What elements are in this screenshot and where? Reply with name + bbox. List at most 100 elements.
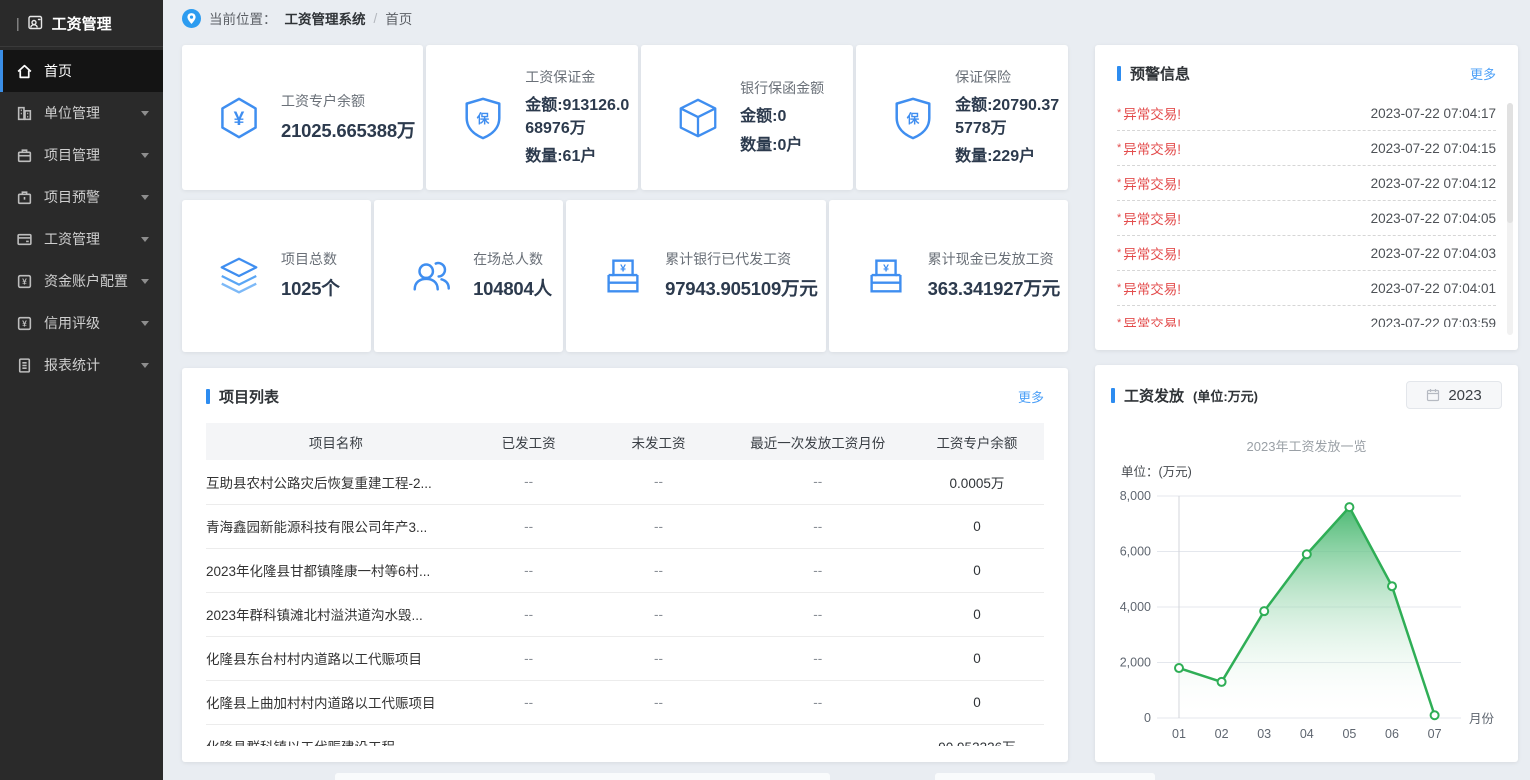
sidebar-item-label: 单位管理 — [44, 103, 130, 123]
warning-label: *异常交易! — [1117, 278, 1181, 298]
project-table: 项目名称 已发工资 未发工资 最近一次发放工资月份 工资专户余额 互助县农村公路… — [206, 423, 1044, 746]
sidebar-item-fund-accounts[interactable]: ¥ 资金账户配置 — [0, 260, 163, 302]
cell-account-balance: 0.0005万 — [910, 460, 1044, 504]
warning-timestamp: 2023-07-22 07:04:01 — [1371, 281, 1496, 296]
cash-tray-yuan-icon: ¥ — [600, 253, 646, 299]
cell-last-pay-month: -- — [726, 636, 910, 680]
warning-label: *异常交易! — [1117, 313, 1181, 327]
chevron-down-icon — [141, 111, 149, 116]
warning-item[interactable]: *异常交易! 2023-07-22 07:04:01 — [1117, 271, 1496, 306]
svg-text:4,000: 4,000 — [1120, 600, 1151, 614]
yuan-box-icon: ¥ — [16, 273, 33, 290]
stat-card-bank-guarantee: 银行保函金额 金额:0 数量:0户 — [641, 45, 853, 190]
table-row[interactable]: 2023年群科镇滩北村溢洪道沟水毁... -- -- -- 0 — [206, 592, 1044, 636]
col-last-pay-month: 最近一次发放工资月份 — [726, 423, 910, 460]
cell-project-name[interactable]: 化隆县群科镇以工代赈建设工程 — [206, 724, 466, 746]
stat-label: 在场总人数 — [473, 249, 555, 269]
panel-unit-suffix: (单位:万元) — [1193, 386, 1258, 405]
cell-project-name[interactable]: 2023年群科镇滩北村溢洪道沟水毁... — [206, 592, 466, 636]
cell-project-name[interactable]: 互助县农村公路灾后恢复重建工程-2... — [206, 460, 466, 504]
cell-account-balance: 0 — [910, 548, 1044, 592]
svg-text:¥: ¥ — [234, 109, 245, 130]
app-logo: | 工资管理 — [0, 0, 163, 47]
asterisk-marker: * — [1117, 282, 1121, 294]
cell-unpaid-salary: -- — [591, 680, 725, 724]
location-pin-icon — [182, 9, 201, 28]
cell-project-name[interactable]: 化隆县上曲加村村内道路以工代赈项目 — [206, 680, 466, 724]
stat-label: 累计现金已发放工资 — [928, 249, 1060, 269]
cash-tray-yuan-icon: ¥ — [863, 253, 909, 299]
year-selector[interactable]: 2023 — [1406, 381, 1502, 409]
stat-label: 项目总数 — [281, 249, 363, 269]
sidebar-item-label: 首页 — [44, 61, 149, 81]
title-accent-bar — [1111, 388, 1115, 403]
cell-project-name[interactable]: 青海鑫园新能源科技有限公司年产3... — [206, 504, 466, 548]
stat-label: 工资专户余额 — [281, 91, 415, 111]
stat-label: 银行保函金额 — [740, 78, 845, 98]
warning-panel: 预警信息 更多 *异常交易! 2023-07-22 07:04:17 *异常交易… — [1095, 45, 1518, 350]
warning-item[interactable]: *异常交易! 2023-07-22 07:03:59 — [1117, 306, 1496, 327]
warning-item[interactable]: *异常交易! 2023-07-22 07:04:03 — [1117, 236, 1496, 271]
cell-paid-salary: -- — [466, 592, 592, 636]
stats-row-2: 项目总数 1025个 在场总人数 — [182, 200, 1068, 352]
table-row[interactable]: 2023年化隆县甘都镇隆康一村等6村... -- -- -- 0 — [206, 548, 1044, 592]
asterisk-marker: * — [1117, 177, 1121, 189]
sidebar-item-label: 报表统计 — [44, 355, 130, 375]
table-row[interactable]: 化隆县东台村村内道路以工代赈项目 -- -- -- 0 — [206, 636, 1044, 680]
salary-chart: 02,0004,0006,0008,00001020304050607月份 — [1111, 482, 1502, 753]
sidebar-item-projects[interactable]: 项目管理 — [0, 134, 163, 176]
warning-item[interactable]: *异常交易! 2023-07-22 07:04:05 — [1117, 201, 1496, 236]
breadcrumb-root[interactable]: 工资管理系统 — [285, 8, 366, 28]
sidebar-item-label: 项目管理 — [44, 145, 130, 165]
sidebar-item-salary[interactable]: 工资管理 — [0, 218, 163, 260]
stat-value: 97943.905109万元 — [665, 276, 818, 303]
warning-timestamp: 2023-07-22 07:04:17 — [1371, 106, 1496, 121]
calendar-icon — [1426, 388, 1440, 402]
warning-item[interactable]: *异常交易! 2023-07-22 07:04:15 — [1117, 131, 1496, 166]
panel-title: 工资发放 — [1124, 385, 1184, 406]
cell-paid-salary: -- — [466, 504, 592, 548]
sidebar-item-units[interactable]: 单位管理 — [0, 92, 163, 134]
cell-project-name[interactable]: 2023年化隆县甘都镇隆康一村等6村... — [206, 548, 466, 592]
cell-last-pay-month: -- — [726, 680, 910, 724]
table-row[interactable]: 互助县农村公路灾后恢复重建工程-2... -- -- -- 0.0005万 — [206, 460, 1044, 504]
salary-chart-panel: 工资发放 (单位:万元) 2023 2023年工资发放一览 — [1095, 365, 1518, 762]
project-list-panel: 项目列表 更多 项目名称 已发工资 未发工资 最近一次发放工资月份 — [182, 368, 1068, 762]
title-accent-bar — [206, 389, 210, 404]
stat-card-salary-account-balance: ¥ 工资专户余额 21025.665388万 — [182, 45, 423, 190]
warning-item[interactable]: *异常交易! 2023-07-22 07:04:17 — [1117, 96, 1496, 131]
stat-card-project-total: 项目总数 1025个 — [182, 200, 371, 352]
svg-text:04: 04 — [1300, 727, 1314, 741]
svg-text:01: 01 — [1172, 727, 1186, 741]
cell-paid-salary: -- — [466, 460, 592, 504]
cell-unpaid-salary: -- — [591, 548, 725, 592]
asterisk-marker: * — [1117, 142, 1121, 154]
scrollbar-thumb[interactable] — [1507, 103, 1513, 223]
table-row[interactable]: 化隆县上曲加村村内道路以工代赈项目 -- -- -- 0 — [206, 680, 1044, 724]
sidebar-item-label: 信用评级 — [44, 313, 130, 333]
sidebar-item-home[interactable]: 首页 — [0, 50, 163, 92]
stat-amount: 金额:0 — [740, 105, 845, 128]
breadcrumb-current[interactable]: 首页 — [385, 8, 412, 28]
cell-last-pay-month: -- — [726, 504, 910, 548]
cell-account-balance: 0 — [910, 504, 1044, 548]
sidebar-item-reports[interactable]: 报表统计 — [0, 344, 163, 386]
warnings-more-link[interactable]: 更多 — [1470, 64, 1496, 83]
projects-more-link[interactable]: 更多 — [1018, 387, 1044, 406]
warning-item[interactable]: *异常交易! 2023-07-22 07:04:12 — [1117, 166, 1496, 201]
cell-unpaid-salary: -- — [591, 460, 725, 504]
cell-last-pay-month: -- — [726, 724, 910, 746]
chevron-down-icon — [141, 321, 149, 326]
asterisk-marker: * — [1117, 317, 1121, 327]
table-row[interactable]: 化隆县群科镇以工代赈建设工程 -- -- -- 90.953336万 — [206, 724, 1044, 746]
cell-unpaid-salary: -- — [591, 636, 725, 680]
sidebar-item-credit-rating[interactable]: ¥ 信用评级 — [0, 302, 163, 344]
breadcrumb-separator: / — [374, 11, 378, 26]
sidebar-item-project-alerts[interactable]: 项目预警 — [0, 176, 163, 218]
next-panel-sliver — [935, 773, 1155, 780]
cell-unpaid-salary: -- — [591, 592, 725, 636]
cell-project-name[interactable]: 化隆县东台村村内道路以工代赈项目 — [206, 636, 466, 680]
title-accent-bar — [1117, 66, 1121, 81]
table-row[interactable]: 青海鑫园新能源科技有限公司年产3... -- -- -- 0 — [206, 504, 1044, 548]
chevron-down-icon — [141, 237, 149, 242]
